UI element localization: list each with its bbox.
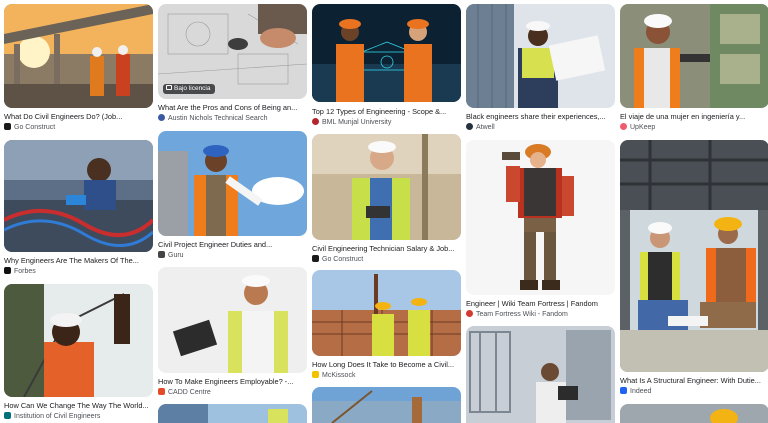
result-source[interactable]: Go Construct	[4, 123, 153, 133]
source-name: BML Munjal University	[322, 119, 392, 126]
result-image	[466, 326, 615, 423]
ice-icon	[4, 412, 11, 419]
result-title[interactable]: How To Make Engineers Employable? -...	[158, 377, 307, 387]
result-image	[4, 284, 153, 397]
mckissock-icon	[312, 371, 319, 378]
source-name: CADD Centre	[168, 389, 211, 396]
indeed-icon	[620, 387, 627, 394]
result-image	[620, 140, 768, 372]
result-thumbnail[interactable]	[4, 4, 153, 108]
result-thumbnail[interactable]	[158, 267, 307, 373]
license-badge-label: Bajo licencia	[174, 85, 211, 92]
result-image	[620, 404, 768, 423]
result-image	[312, 270, 461, 356]
result-image	[4, 140, 153, 252]
result-thumbnail[interactable]	[312, 134, 461, 240]
result-title[interactable]: Civil Project Engineer Duties and...	[158, 240, 307, 250]
result-thumbnail[interactable]	[158, 404, 307, 423]
result-thumbnail[interactable]	[4, 284, 153, 397]
source-name: Go Construct	[14, 124, 56, 131]
result-image	[620, 4, 768, 108]
source-name: UpKeep	[630, 124, 656, 131]
result-source[interactable]: Go Construct	[312, 255, 461, 265]
source-name: Team Fortress Wiki - Fandom	[476, 311, 568, 318]
source-name: Institution of Civil Engineers	[14, 413, 101, 420]
result-thumbnail[interactable]	[620, 404, 768, 423]
source-name: Austin Nichols Technical Search	[168, 115, 268, 122]
result-image	[312, 4, 461, 102]
result-image	[466, 140, 615, 295]
result-thumbnail[interactable]	[312, 387, 461, 423]
result-thumbnail[interactable]	[158, 131, 307, 236]
result-thumbnail[interactable]	[620, 140, 768, 372]
result-source[interactable]: UpKeep	[620, 123, 768, 133]
fandom-icon	[466, 310, 473, 317]
result-title[interactable]: Engineer | Wiki Team Fortress | Fandom	[466, 299, 615, 309]
result-thumbnail[interactable]: Bajo licencia	[158, 4, 307, 99]
cadd-centre-icon	[158, 388, 165, 395]
result-thumbnail[interactable]	[312, 270, 461, 356]
result-source[interactable]: Atwell	[466, 123, 615, 133]
source-name: Forbes	[14, 268, 36, 275]
result-title[interactable]: What Do Civil Engineers Do? (Job...	[4, 112, 153, 122]
result-image	[158, 131, 307, 236]
source-name: Indeed	[630, 388, 652, 395]
result-source[interactable]: Team Fortress Wiki - Fandom	[466, 310, 615, 320]
image-license-icon	[166, 85, 172, 90]
go-construct-icon	[4, 123, 11, 130]
result-image	[466, 4, 615, 108]
result-thumbnail[interactable]	[466, 326, 615, 423]
atwell-icon	[466, 123, 473, 130]
result-source[interactable]: CADD Centre	[158, 388, 307, 398]
result-source[interactable]: Austin Nichols Technical Search	[158, 114, 307, 124]
source-name: McKissock	[322, 372, 356, 379]
result-source[interactable]: Institution of Civil Engineers	[4, 412, 153, 422]
result-image	[158, 404, 307, 423]
source-name: Guru	[168, 252, 184, 259]
result-source[interactable]: Indeed	[620, 387, 768, 397]
result-source[interactable]: Guru	[158, 251, 307, 261]
result-title[interactable]: Civil Engineering Technician Salary & Jo…	[312, 244, 461, 254]
result-title[interactable]: Black engineers share their experiences,…	[466, 112, 615, 122]
source-name: Go Construct	[322, 256, 364, 263]
result-source[interactable]: McKissock	[312, 371, 461, 381]
result-source[interactable]: BML Munjal University	[312, 118, 461, 128]
result-title[interactable]: Why Engineers Are The Makers Of The...	[4, 256, 153, 266]
result-title[interactable]: How Can We Change The Way The World...	[4, 401, 153, 411]
bml-icon	[312, 118, 319, 125]
result-title[interactable]: What Are the Pros and Cons of Being an..…	[158, 103, 307, 113]
go-construct-icon	[312, 255, 319, 262]
license-badge[interactable]: Bajo licencia	[163, 84, 215, 94]
result-title[interactable]: Top 12 Types of Engineering - Scope &...	[312, 107, 461, 117]
result-thumbnail[interactable]	[466, 4, 615, 108]
result-thumbnail[interactable]	[4, 140, 153, 252]
result-thumbnail[interactable]	[620, 4, 768, 108]
result-image	[4, 4, 153, 108]
austin-nichols-icon	[158, 114, 165, 121]
result-image	[158, 267, 307, 373]
result-thumbnail[interactable]	[466, 140, 615, 295]
upkeep-icon	[620, 123, 627, 130]
result-image	[312, 387, 461, 423]
result-title[interactable]: How Long Does It Take to Become a Civil.…	[312, 360, 461, 370]
result-title[interactable]: El viaje de una mujer en ingeniería y...	[620, 112, 768, 122]
result-thumbnail[interactable]	[312, 4, 461, 102]
result-source[interactable]: Forbes	[4, 267, 153, 277]
result-title[interactable]: What Is A Structural Engineer: With Duti…	[620, 376, 768, 386]
guru-icon	[158, 251, 165, 258]
result-image	[312, 134, 461, 240]
forbes-icon	[4, 267, 11, 274]
source-name: Atwell	[476, 124, 495, 131]
